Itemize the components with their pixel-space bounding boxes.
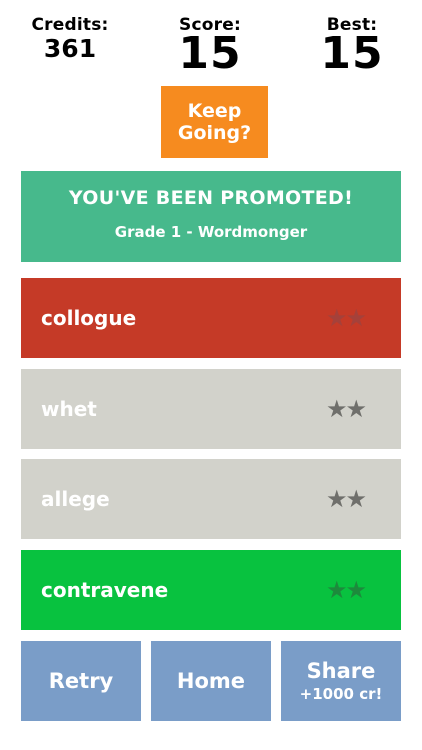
share-bonus-label: +1000 cr! [299, 685, 383, 703]
star-rating-icon: ★★ [325, 395, 367, 423]
promotion-subtitle: Grade 1 - Wordmonger [114, 223, 308, 241]
word-row-whet[interactable]: whet ★★ [21, 369, 401, 449]
keep-going-button[interactable]: Keep Going? [161, 86, 268, 158]
best-stat: Best: 15 [302, 16, 402, 76]
score-value: 15 [178, 28, 242, 79]
star-rating-icon: ★★ [325, 304, 367, 332]
word-row-collogue[interactable]: collogue ★★ [21, 278, 401, 358]
credits-value: 361 [43, 34, 97, 63]
word-row-contravene[interactable]: contravene ★★ [21, 550, 401, 630]
home-button[interactable]: Home [151, 641, 271, 721]
retry-button[interactable]: Retry [21, 641, 141, 721]
promotion-title: YOU'VE BEEN PROMOTED! [68, 187, 354, 209]
word-label: whet [41, 397, 97, 421]
home-label: Home [176, 669, 246, 693]
credits-stat: Credits: 361 [22, 16, 118, 61]
credits-label: Credits: [31, 15, 109, 35]
word-row-allege[interactable]: allege ★★ [21, 459, 401, 539]
promotion-banner: YOU'VE BEEN PROMOTED! Grade 1 - Wordmong… [21, 171, 401, 262]
word-label: contravene [41, 578, 169, 602]
word-label: collogue [41, 306, 137, 330]
star-rating-icon: ★★ [325, 576, 367, 604]
share-label: Share [306, 659, 376, 683]
share-button[interactable]: Share +1000 cr! [281, 641, 401, 721]
best-value: 15 [320, 28, 384, 79]
word-label: allege [41, 487, 110, 511]
retry-label: Retry [48, 669, 114, 693]
score-stat: Score: 15 [160, 16, 260, 76]
star-rating-icon: ★★ [325, 485, 367, 513]
